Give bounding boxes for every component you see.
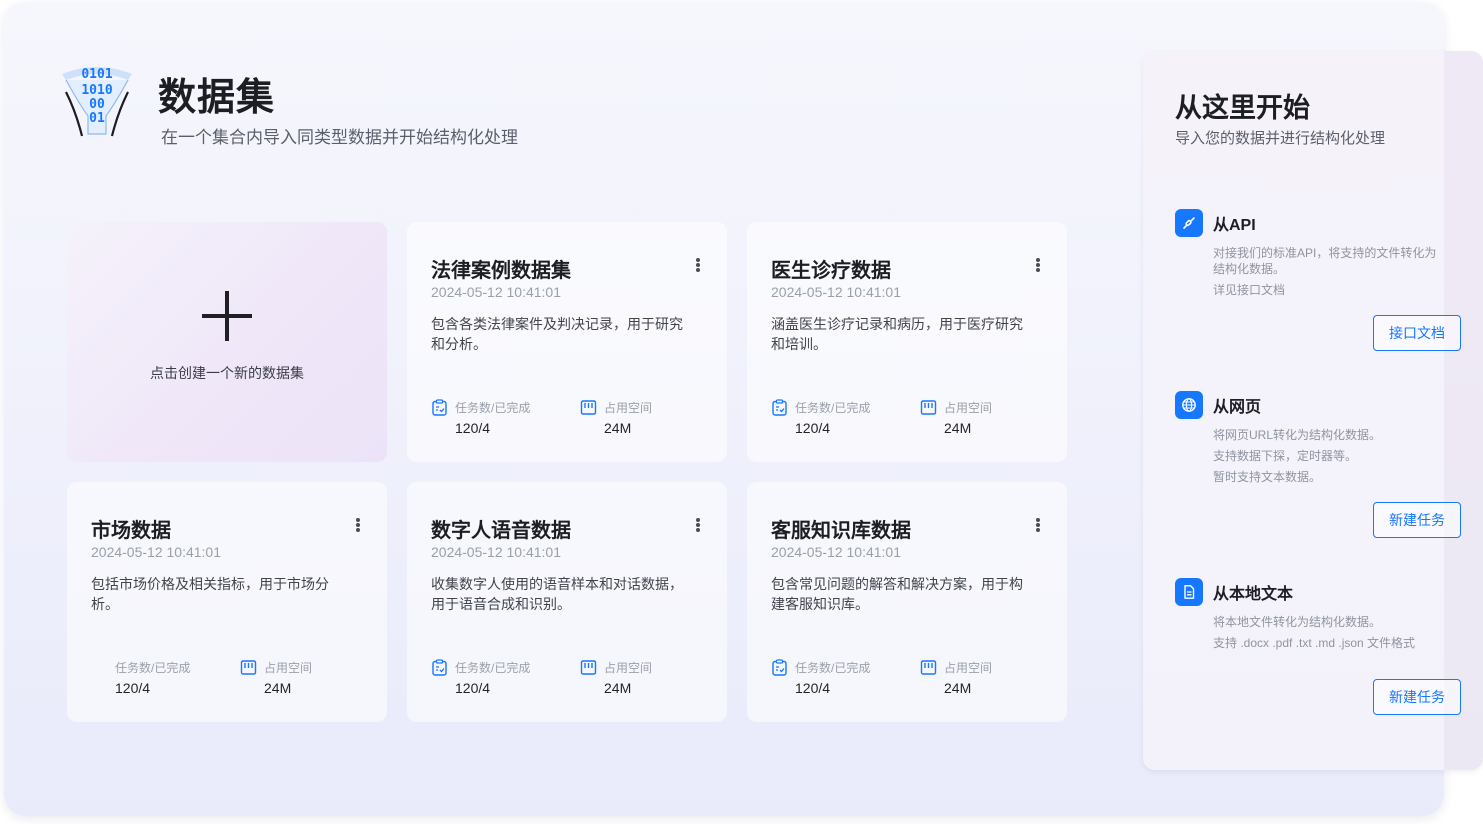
source-description: 对接我们的标准API，将支持的文件转化为结构化数据。 <box>1213 246 1437 276</box>
dataset-card[interactable]: 数字人语音数据 2024-05-12 10:41:01 收集数字人使用的语音样本… <box>407 482 727 722</box>
storage-stat-value: 24M <box>944 420 972 436</box>
storage-stat-value: 24M <box>944 680 972 696</box>
storage-icon <box>920 399 937 415</box>
source-description: 暂时支持文本数据。 <box>1213 470 1322 484</box>
storage-stat-label: 占用空间 <box>944 660 993 675</box>
storage-stat-value: 24M <box>264 680 292 696</box>
dataset-description: 包括市场价格及相关指标，用于市场分析。 <box>91 576 329 612</box>
dataset-title: 医生诊疗数据 <box>771 260 891 282</box>
dataset-title: 数字人语音数据 <box>431 520 571 542</box>
api-docs-button[interactable]: 接口文档 <box>1373 315 1461 351</box>
dataset-date: 2024-05-12 10:41:01 <box>771 284 901 300</box>
storage-stat: 占用空间 24M <box>580 398 652 436</box>
task-stat-value: 120/4 <box>455 680 491 696</box>
more-options-icon[interactable] <box>695 256 701 274</box>
storage-icon <box>580 399 597 415</box>
task-stat: 任务数/已完成 120/4 <box>431 658 530 696</box>
source-description: 支持数据下探，定时器等。 <box>1213 449 1358 463</box>
task-stat-value: 120/4 <box>795 420 831 436</box>
more-options-icon[interactable] <box>695 516 701 534</box>
source-title: 从API <box>1213 217 1256 234</box>
source-description: 支持 .docx .pdf .txt .md .json 文件格式 <box>1213 636 1416 650</box>
storage-stat-value: 24M <box>604 420 632 436</box>
source-webpage: 从网页 将网页URL转化为结构化数据。 支持数据下探，定时器等。 暂时支持文本数… <box>1175 391 1445 490</box>
logo-digits-3: 00 <box>89 97 105 112</box>
source-title: 从网页 <box>1213 399 1262 416</box>
dataset-title: 客服知识库数据 <box>771 520 911 542</box>
source-description: 将本地文件转化为结构化数据。 <box>1213 615 1382 629</box>
task-stat-label: 任务数/已完成 <box>795 400 871 415</box>
dataset-title: 法律案例数据集 <box>431 260 571 282</box>
new-task-button[interactable]: 新建任务 <box>1373 679 1461 715</box>
source-description: 将网页URL转化为结构化数据。 <box>1213 428 1382 442</box>
task-stat: 任务数/已完成 120/4 <box>91 658 191 697</box>
logo-digits-4: 01 <box>89 111 105 126</box>
more-options-icon[interactable] <box>1035 516 1041 534</box>
storage-stat-label: 占用空间 <box>944 400 993 415</box>
document-icon <box>1175 578 1203 606</box>
task-stat: 任务数/已完成 120/4 <box>771 658 870 696</box>
dataset-date: 2024-05-12 10:41:01 <box>771 544 901 560</box>
storage-stat-label: 占用空间 <box>604 660 653 675</box>
clipboard-check-icon <box>432 398 447 416</box>
dataset-date: 2024-05-12 10:41:01 <box>431 544 561 560</box>
task-stat-value: 120/4 <box>795 680 831 696</box>
source-api: 从API 对接我们的标准API，将支持的文件转化为结构化数据。 详见接口文档 <box>1175 209 1445 303</box>
page-title: 数据集 <box>158 77 276 119</box>
dataset-logo-icon: 0101 1010 00 01 <box>62 67 132 137</box>
logo-digits-1: 0101 <box>81 67 112 82</box>
more-options-icon[interactable] <box>355 516 361 534</box>
dataset-description: 包含各类法律案件及判决记录，用于研究和分析。 <box>431 316 683 352</box>
task-stat-label: 任务数/已完成 <box>795 660 871 675</box>
storage-icon <box>580 659 597 675</box>
storage-icon <box>920 659 937 675</box>
task-stat-label: 任务数/已完成 <box>115 660 191 675</box>
panel-subtitle: 导入您的数据并进行结构化处理 <box>1175 130 1386 147</box>
create-dataset-label: 点击创建一个新的数据集 <box>150 365 304 381</box>
storage-stat: 占用空间 24M <box>240 658 312 696</box>
dataset-date: 2024-05-12 10:41:01 <box>91 544 221 560</box>
dataset-description: 包含常见问题的解答和解决方案，用于构建客服知识库。 <box>771 576 1023 612</box>
panel-title: 从这里开始 <box>1175 93 1310 123</box>
dataset-title: 市场数据 <box>91 520 171 542</box>
dataset-date: 2024-05-12 10:41:01 <box>431 284 561 300</box>
task-stat-label: 任务数/已完成 <box>455 400 531 415</box>
create-dataset-card[interactable]: 点击创建一个新的数据集 <box>67 222 387 462</box>
api-link-icon <box>1175 209 1203 237</box>
storage-icon <box>240 659 257 675</box>
storage-stat: 占用空间 24M <box>580 658 652 696</box>
new-task-button[interactable]: 新建任务 <box>1373 502 1461 538</box>
dataset-description: 涵盖医生诊疗记录和病历，用于医疗研究和培训。 <box>771 316 1023 352</box>
dataset-card[interactable]: 客服知识库数据 2024-05-12 10:41:01 包含常见问题的解答和解决… <box>747 482 1067 722</box>
plus-icon <box>202 291 252 341</box>
clipboard-check-icon <box>432 658 447 676</box>
more-options-icon[interactable] <box>1035 256 1041 274</box>
page-subtitle: 在一个集合内导入同类型数据并开始结构化处理 <box>161 128 518 147</box>
storage-stat-label: 占用空间 <box>264 660 313 675</box>
task-stat: 任务数/已完成 120/4 <box>431 398 530 436</box>
dataset-card[interactable]: 法律案例数据集 2024-05-12 10:41:01 包含各类法律案件及判决记… <box>407 222 727 462</box>
storage-stat: 占用空间 24M <box>920 398 992 436</box>
storage-stat: 占用空间 24M <box>920 658 992 696</box>
dataset-card[interactable]: 医生诊疗数据 2024-05-12 10:41:01 涵盖医生诊疗记录和病历，用… <box>747 222 1067 462</box>
source-local-text: 从本地文本 将本地文件转化为结构化数据。 支持 .docx .pdf .txt … <box>1175 578 1445 656</box>
clipboard-check-icon <box>772 398 787 416</box>
dataset-description: 收集数字人使用的语音样本和对话数据，用于语音合成和识别。 <box>431 576 683 612</box>
dataset-card[interactable]: 市场数据 2024-05-12 10:41:01 包括市场价格及相关指标，用于市… <box>67 482 387 722</box>
storage-stat-label: 占用空间 <box>604 400 653 415</box>
storage-stat-value: 24M <box>604 680 632 696</box>
task-stat: 任务数/已完成 120/4 <box>771 398 870 436</box>
globe-icon <box>1175 391 1203 419</box>
task-stat-value: 120/4 <box>455 420 491 436</box>
task-stat-value: 120/4 <box>115 680 151 696</box>
api-docs-link[interactable]: 详见接口文档 <box>1213 282 1441 298</box>
source-title: 从本地文本 <box>1213 586 1294 603</box>
task-stat-label: 任务数/已完成 <box>455 660 531 675</box>
clipboard-check-icon <box>772 658 787 676</box>
logo-digits-2: 1010 <box>81 83 112 98</box>
